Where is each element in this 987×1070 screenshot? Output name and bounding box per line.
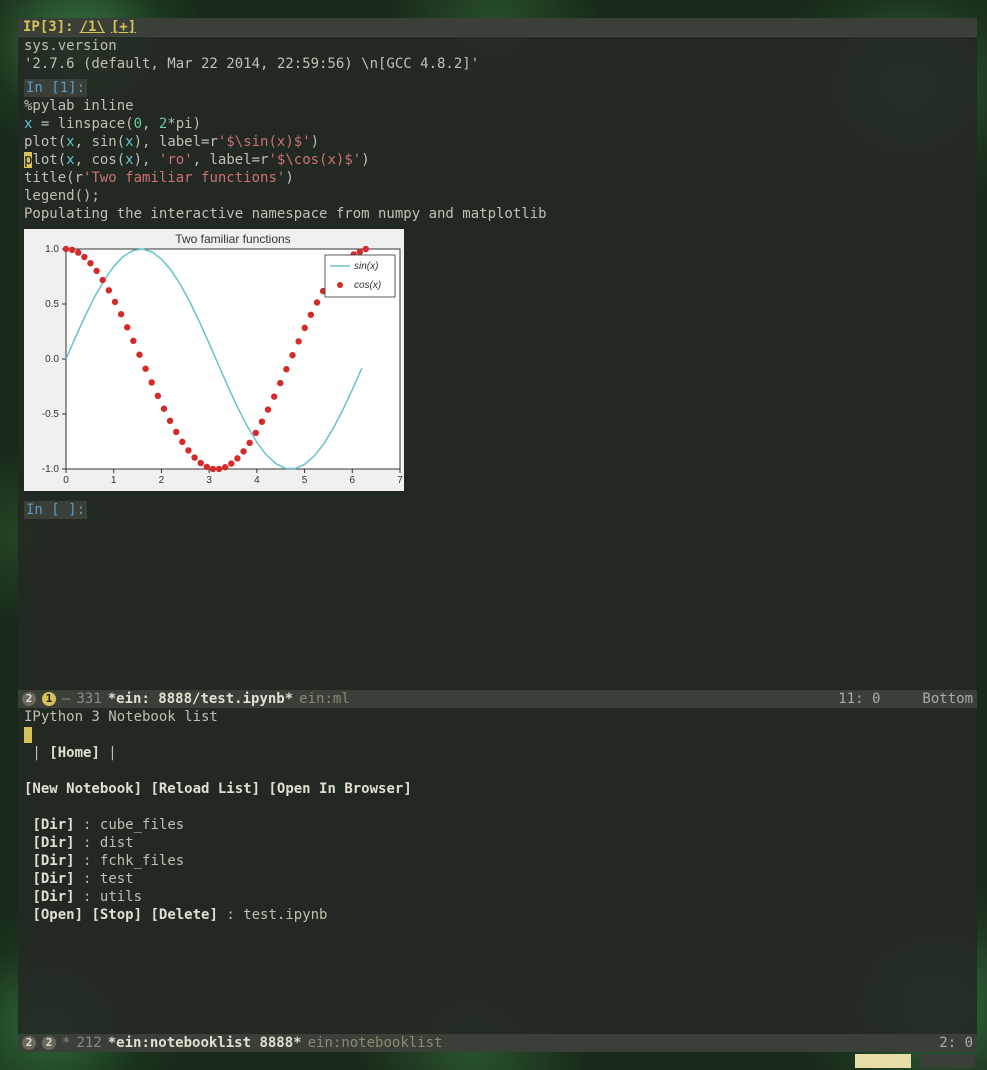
dir-name[interactable]: dist: [100, 835, 134, 851]
notebook-list-title: IPython 3 Notebook list: [24, 708, 971, 726]
code-line[interactable]: %pylab inline: [24, 97, 971, 115]
output-line: Populating the interactive namespace fro…: [24, 205, 971, 223]
scroll-indicator: Bottom: [922, 690, 973, 708]
notebook-list-pane[interactable]: IPython 3 Notebook list | [Home] | [New …: [18, 708, 977, 924]
tab-active[interactable]: /1\: [80, 18, 105, 36]
dir-tag[interactable]: [Dir]: [32, 835, 74, 851]
svg-text:1.0: 1.0: [45, 244, 59, 255]
badge-buffer: 1: [42, 692, 56, 706]
dir-row: [Dir] : utils: [24, 888, 971, 906]
chart-svg: Two familiar functions 0 1 2 3 4 5 6 7 -1.0 -0.5 0.…: [24, 229, 404, 491]
open-button[interactable]: [Open]: [32, 907, 83, 923]
svg-text:5: 5: [302, 475, 308, 486]
svg-text:6: 6: [350, 475, 356, 486]
svg-text:4: 4: [254, 475, 260, 486]
badge-window: 2: [22, 692, 36, 706]
cell-output-0: sys.version '2.7.6 (default, Mar 22 2014…: [24, 37, 971, 73]
code-line[interactable]: plot(x, sin(x), label=r'$\sin(x)$'): [24, 133, 971, 151]
buffer-name[interactable]: *ein:notebooklist 8888*: [108, 1034, 302, 1052]
dir-name[interactable]: cube_files: [100, 817, 184, 833]
badge-window: 2: [22, 1036, 36, 1050]
svg-text:sin(x): sin(x): [354, 261, 378, 272]
editor-frame: IP[3]: /1\ [+] sys.version '2.7.6 (defau…: [18, 18, 977, 1052]
stop-button[interactable]: [Stop]: [91, 907, 142, 923]
tab-add[interactable]: [+]: [111, 18, 136, 36]
cell-prompt: In [ ]:: [24, 501, 87, 519]
tab-bar: IP[3]: /1\ [+]: [18, 18, 977, 37]
dir-row: [Dir] : test: [24, 870, 971, 888]
delete-button[interactable]: [Delete]: [150, 907, 217, 923]
svg-text:0.0: 0.0: [45, 354, 59, 365]
buffer-name[interactable]: *ein: 8888/test.ipynb*: [108, 690, 293, 708]
cell-empty[interactable]: In [ ]:: [24, 501, 971, 537]
home-link[interactable]: [Home]: [49, 745, 100, 761]
output-line: '2.7.6 (default, Mar 22 2014, 22:59:56) …: [24, 55, 971, 73]
svg-text:7: 7: [397, 475, 403, 486]
open-browser-button[interactable]: [Open In Browser]: [268, 781, 411, 797]
cursor-position: 2: 0: [939, 1034, 973, 1052]
svg-text:0.5: 0.5: [45, 299, 59, 310]
code-line[interactable]: x = linspace(0, 2*pi): [24, 115, 971, 133]
status-bar-bottom: 2 2 * 212 *ein:notebooklist 8888* ein:no…: [18, 1034, 977, 1052]
dir-row: [Dir] : cube_files: [24, 816, 971, 834]
svg-text:cos(x): cos(x): [354, 280, 381, 291]
file-name[interactable]: test.ipynb: [243, 907, 327, 923]
dir-row: [Dir] : fchk_files: [24, 852, 971, 870]
code-line[interactable]: legend();: [24, 187, 971, 205]
dir-name[interactable]: utils: [100, 889, 142, 905]
branch-info: 212: [76, 1034, 101, 1052]
branch-info: 331: [76, 690, 101, 708]
major-mode: ein:notebooklist: [308, 1034, 443, 1052]
svg-text:1: 1: [111, 475, 117, 486]
dir-tag[interactable]: [Dir]: [32, 817, 74, 833]
code-line[interactable]: plot(x, cos(x), 'ro', label=r'$\cos(x)$'…: [24, 151, 971, 169]
svg-text:Two familiar functions: Two familiar functions: [175, 232, 290, 246]
svg-text:2: 2: [159, 475, 165, 486]
dir-tag[interactable]: [Dir]: [32, 853, 74, 869]
svg-text:3: 3: [206, 475, 212, 486]
notebook-pane[interactable]: IP[3]: /1\ [+] sys.version '2.7.6 (defau…: [18, 18, 977, 690]
taskbar-icons: [855, 1054, 975, 1068]
dir-tag[interactable]: [Dir]: [32, 889, 74, 905]
cursor-position: 11: 0: [838, 690, 880, 708]
code-line[interactable]: title(r'Two familiar functions'): [24, 169, 971, 187]
taskbar-item[interactable]: [919, 1054, 975, 1068]
badge-buffer: 2: [42, 1036, 56, 1050]
reload-list-button[interactable]: [Reload List]: [150, 781, 260, 797]
kernel-label: IP[3]:: [23, 18, 74, 36]
breadcrumb: | [Home] |: [24, 744, 971, 762]
cursor: [24, 727, 32, 743]
code-line[interactable]: [24, 519, 971, 537]
cell-prompt: In [1]:: [24, 79, 971, 97]
dir-name[interactable]: test: [100, 871, 134, 887]
svg-text:0: 0: [63, 475, 69, 486]
chart-output: Two familiar functions 0 1 2 3 4 5 6 7 -1.0 -0.5 0.…: [24, 229, 404, 491]
action-row: [New Notebook] [Reload List] [Open In Br…: [24, 780, 971, 798]
cell-1[interactable]: In [1]: %pylab inline x = linspace(0, 2*…: [24, 79, 971, 491]
svg-text:-0.5: -0.5: [42, 409, 60, 420]
code-line[interactable]: sys.version: [24, 37, 971, 55]
new-notebook-button[interactable]: [New Notebook]: [24, 781, 142, 797]
status-bar-top: 2 1 – 331 *ein: 8888/test.ipynb* ein:ml …: [18, 690, 977, 708]
taskbar-item[interactable]: [855, 1054, 911, 1068]
major-mode: ein:ml: [299, 690, 350, 708]
dir-tag[interactable]: [Dir]: [32, 871, 74, 887]
dir-name[interactable]: fchk_files: [100, 853, 184, 869]
dir-row: [Dir] : dist: [24, 834, 971, 852]
file-row: [Open] [Stop] [Delete] : test.ipynb: [24, 906, 971, 924]
svg-text:-1.0: -1.0: [42, 464, 60, 475]
